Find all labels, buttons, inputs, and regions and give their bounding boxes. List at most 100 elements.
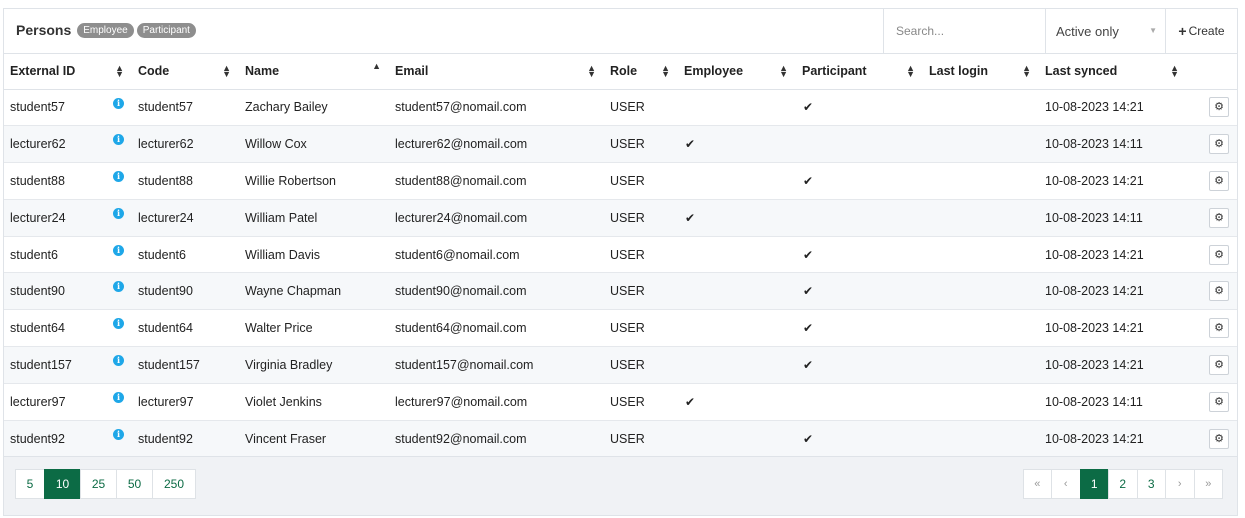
search-box [883,9,1045,53]
sort-icon: ▲ ▼ [587,63,596,79]
cell-external-id: student92 i [4,420,132,458]
prev-page-button[interactable]: ‹ [1051,469,1081,499]
table-row[interactable]: lecturer24 i lecturer24 William Patel lectur… [4,199,1237,237]
gear-icon[interactable]: ⚙ [1209,318,1229,339]
cell-employee [678,89,796,127]
column-header-code[interactable]: Code ▲ ▼ [132,54,239,90]
info-icon[interactable]: i [113,281,124,293]
cell-participant [796,125,923,164]
cell-last-login [923,162,1039,200]
table-row[interactable]: student64 i student64 Walter Price student64… [4,309,1237,348]
page-size-25[interactable]: 25 [80,469,117,499]
cell-email: lecturer24@nomail.com [389,199,604,237]
cell-employee [678,236,796,274]
gear-icon[interactable]: ⚙ [1209,391,1229,412]
column-header-label: Email [395,64,429,79]
column-header-last-login[interactable]: Last login ▲ ▼ [923,54,1039,90]
cell-actions: ⚙ [1187,383,1237,421]
cell-employee [678,309,796,348]
page-2[interactable]: 2 [1108,469,1138,499]
search-input[interactable] [896,24,1036,38]
info-icon[interactable]: i [113,171,124,183]
cell-name: Vincent Fraser [239,420,389,458]
cell-email: student92@nomail.com [389,420,604,458]
external-id-text: student57 [10,100,65,115]
gear-icon[interactable]: ⚙ [1209,97,1229,118]
info-icon[interactable]: i [113,207,124,219]
cell-name: Willie Robertson [239,162,389,200]
cell-name: Walter Price [239,309,389,348]
external-id-text: lecturer97 [10,394,66,409]
badge-participant: Participant [136,22,196,38]
cell-external-id: student90 i [4,272,132,311]
gear-icon[interactable]: ⚙ [1209,354,1229,375]
table-row[interactable]: student90 i student90 Wayne Chapman student9… [4,272,1237,311]
cell-role: USER [604,383,678,421]
column-header-employee[interactable]: Employee ▲ ▼ [678,54,796,90]
next-page-button[interactable]: › [1165,469,1195,499]
external-id-text: student64 [10,321,65,336]
check-icon: ✔ [803,321,814,336]
cell-actions: ⚙ [1187,125,1237,164]
column-header-email[interactable]: Email ▲ ▼ [389,54,604,90]
info-icon[interactable]: i [113,97,124,109]
table-row[interactable]: student57 i student57 Zachary Bailey student… [4,89,1237,127]
cell-employee [678,162,796,200]
page-1[interactable]: 1 [1079,469,1109,499]
page-size-10[interactable]: 10 [44,469,81,499]
cell-last-login [923,89,1039,127]
cell-email: student90@nomail.com [389,272,604,311]
cell-external-id: lecturer97 i [4,383,132,421]
active-filter-value: Active only [1056,23,1119,39]
gear-icon[interactable]: ⚙ [1209,170,1229,191]
table-row[interactable]: lecturer97 i lecturer97 Violet Jenkins lectu… [4,383,1237,421]
cell-external-id: student64 i [4,309,132,348]
check-icon: ✔ [803,357,814,372]
column-header-name[interactable]: Name ▲ [239,54,389,90]
gear-icon[interactable]: ⚙ [1209,428,1229,449]
gear-icon[interactable]: ⚙ [1209,244,1229,265]
sort-icon: ▲ ▼ [661,63,670,79]
create-button[interactable]: + Create [1165,9,1237,53]
cell-code: student64 [132,309,239,348]
cell-name: William Patel [239,199,389,237]
page-size-50[interactable]: 50 [116,469,153,499]
column-header-external-id[interactable]: External ID ▲ ▼ [4,54,132,90]
cell-code: student88 [132,162,239,200]
page-size-5[interactable]: 5 [15,469,45,499]
check-icon: ✔ [803,173,814,188]
column-header-participant[interactable]: Participant ▲ ▼ [796,54,923,90]
sort-icon: ▲ ▼ [1170,63,1179,79]
column-header-last-synced[interactable]: Last synced ▲ ▼ [1039,54,1187,90]
gear-icon[interactable]: ⚙ [1209,207,1229,228]
cell-participant: ✔ [796,236,923,274]
info-icon[interactable]: i [113,428,124,440]
page-3[interactable]: 3 [1136,469,1166,499]
table-row[interactable]: student88 i student88 Willie Robertson stude… [4,162,1237,200]
check-icon: ✔ [803,100,814,115]
gear-icon[interactable]: ⚙ [1209,281,1229,302]
info-icon[interactable]: i [113,134,124,146]
table-row[interactable]: lecturer62 i lecturer62 Willow Cox lecturer6… [4,125,1237,164]
info-icon[interactable]: i [113,244,124,256]
info-icon[interactable]: i [113,391,124,403]
active-filter-select[interactable]: Active only ▼ [1045,9,1165,53]
table-row[interactable]: student6 i student6 William Davis student6@n… [4,236,1237,274]
gear-icon[interactable]: ⚙ [1209,134,1229,155]
first-page-button[interactable]: « [1022,469,1052,499]
cell-last-synced: 10-08-2023 14:21 [1039,309,1187,348]
table-row[interactable]: student157 i student157 Virginia Bradley stu… [4,346,1237,384]
page-size-250[interactable]: 250 [152,469,196,499]
cell-last-synced: 10-08-2023 14:21 [1039,420,1187,458]
table-row[interactable]: student92 i student92 Vincent Fraser student… [4,420,1237,458]
info-icon[interactable]: i [113,355,124,367]
column-header-label: Name [245,64,280,79]
cell-external-id: student88 i [4,162,132,200]
last-page-button[interactable]: » [1193,469,1223,499]
cell-participant: ✔ [796,162,923,200]
cell-role: USER [604,272,678,311]
column-header-role[interactable]: Role ▲ ▼ [604,54,678,90]
persons-panel: Persons Employee Participant Active only… [3,8,1238,516]
info-icon[interactable]: i [113,318,124,330]
column-header-actions [1187,54,1237,90]
